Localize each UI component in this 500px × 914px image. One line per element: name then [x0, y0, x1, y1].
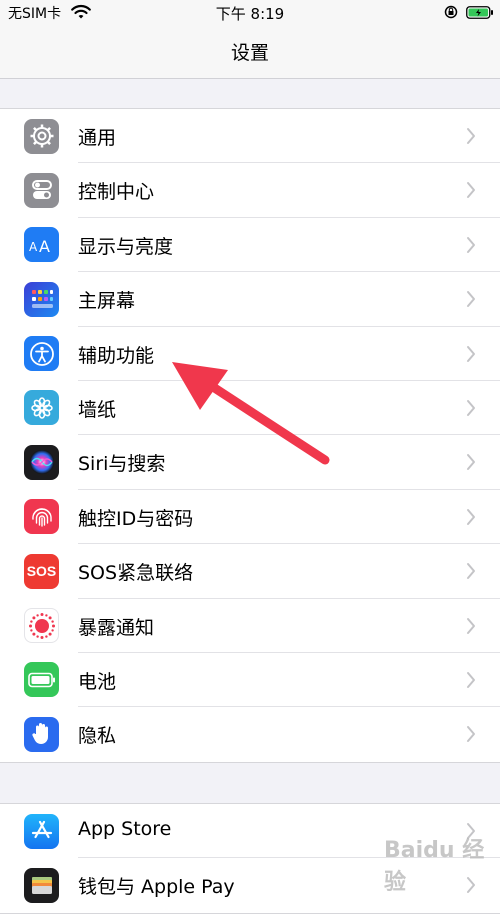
gear-icon [24, 118, 59, 154]
chevron-right-icon [467, 726, 475, 743]
sos-icon: SOS [24, 553, 59, 589]
chevron-right-icon [467, 563, 475, 580]
settings-row-touch-id-passcode[interactable]: 触控ID与密码 [0, 490, 500, 545]
settings-row-battery[interactable]: 电池 [0, 653, 500, 708]
wallet-icon [24, 867, 59, 903]
settings-row-general[interactable]: 通用 [0, 109, 500, 164]
svg-text:A: A [29, 240, 38, 254]
settings-row-label: 隐私 [78, 725, 117, 748]
fingerprint-icon [24, 499, 59, 535]
chevron-right-icon [467, 617, 475, 634]
text-size-icon: A A [24, 227, 59, 263]
watermark-logo: Baidu 经验 [384, 838, 485, 895]
settings-row-label: 辅助功能 [78, 344, 155, 367]
chevron-right-icon [467, 399, 475, 416]
accessibility-icon [24, 336, 59, 372]
chevron-right-icon [467, 508, 475, 525]
rotation-lock-icon [444, 5, 458, 19]
status-bar: 无SIM卡 下午 8:19 [0, 0, 500, 26]
settings-row-home-screen[interactable]: 主屏幕 [0, 272, 500, 327]
settings-row-label: 主屏幕 [78, 290, 136, 313]
settings-row-label: SOS紧急联络 [78, 562, 194, 585]
chevron-right-icon [467, 182, 475, 199]
chevron-right-icon [467, 671, 475, 688]
settings-row-accessibility[interactable]: 辅助功能 [0, 327, 500, 381]
settings-row-label: 钱包与 Apple Pay [78, 876, 235, 899]
app-store-icon [24, 813, 59, 849]
navigation-bar: 设置 [0, 26, 500, 79]
settings-row-exposure-notifications[interactable]: 暴露通知 [0, 599, 500, 653]
settings-row-label: 显示与亮度 [78, 235, 174, 258]
chevron-right-icon [467, 345, 475, 362]
sos-icon-text: SOS [26, 563, 57, 580]
settings-row-wallpaper[interactable]: 墙纸 [0, 381, 500, 436]
settings-row-display-brightness[interactable]: A A 显示与亮度 [0, 218, 500, 273]
flower-icon [24, 390, 59, 426]
settings-row-label: App Store [78, 818, 172, 840]
settings-group-1: 通用 控制中心 A A 显示与亮度 主屏幕 辅助功能 墙纸 Siri与搜索 触控… [0, 108, 500, 763]
battery-status-icon [466, 6, 493, 19]
chevron-right-icon [467, 236, 475, 253]
settings-row-privacy[interactable]: 隐私 [0, 707, 500, 761]
page-title: 设置 [230, 42, 269, 64]
toggles-icon [24, 172, 59, 208]
chevron-right-icon [467, 454, 475, 471]
settings-row-label: 暴露通知 [78, 616, 155, 639]
settings-row-label: 电池 [78, 670, 117, 693]
settings-row-label: 控制中心 [78, 181, 155, 204]
settings-row-label: 通用 [78, 127, 117, 149]
hand-icon [24, 716, 59, 752]
settings-row-emergency-sos[interactable]: SOS SOS紧急联络 [0, 544, 500, 599]
settings-row-label: Siri与搜索 [78, 453, 166, 476]
settings-row-siri-search[interactable]: Siri与搜索 [0, 435, 500, 490]
settings-row-label: 墙纸 [78, 398, 117, 421]
chevron-right-icon [467, 291, 475, 308]
app-grid-icon [24, 281, 59, 317]
svg-text:A: A [39, 237, 50, 256]
exposure-icon [24, 608, 59, 644]
settings-row-label: 触控ID与密码 [78, 507, 194, 530]
siri-icon [24, 444, 59, 480]
battery-icon [24, 662, 59, 698]
settings-row-control-center[interactable]: 控制中心 [0, 163, 500, 218]
status-time: 下午 8:19 [215, 5, 285, 23]
chevron-right-icon [467, 128, 475, 144]
